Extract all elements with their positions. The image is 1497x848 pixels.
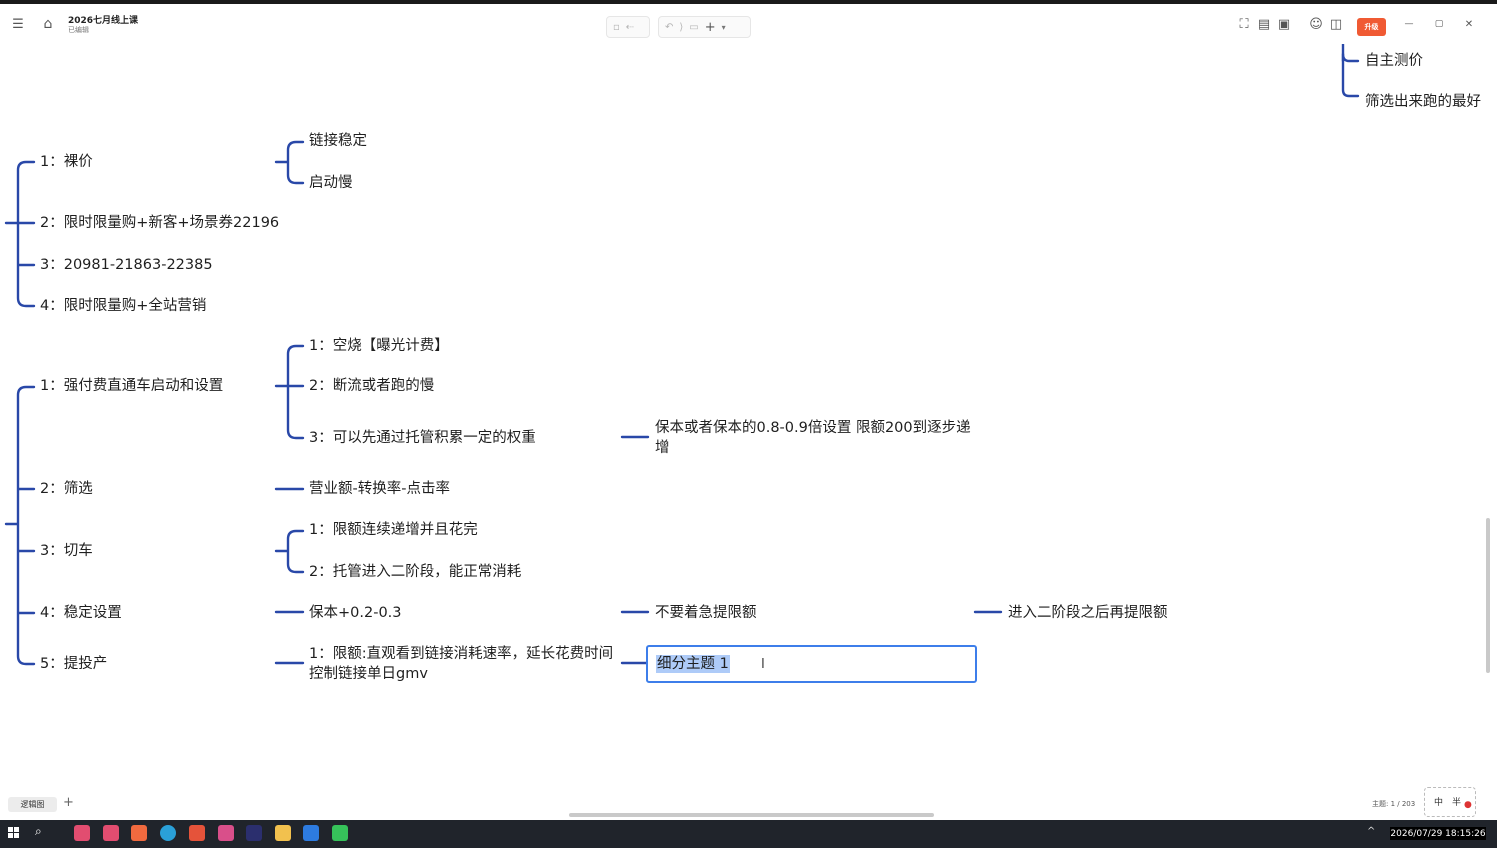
windows-start-icon[interactable]: [8, 827, 19, 838]
topic-a2[interactable]: 2：限时限量购+新客+场景券22196: [40, 213, 279, 233]
tray-arrow-icon[interactable]: ^: [1367, 826, 1375, 837]
present-icon[interactable]: ▣: [1276, 16, 1292, 32]
ime-lang[interactable]: 中: [1434, 795, 1443, 808]
topic-b5[interactable]: 5：提投产: [40, 654, 107, 674]
wechat-icon[interactable]: [332, 825, 348, 841]
insert-subtopic-icon[interactable]: ⇠: [626, 22, 634, 33]
ime-half[interactable]: 半: [1452, 795, 1461, 808]
topic-b2[interactable]: 2：筛选: [40, 479, 93, 499]
topic-b3[interactable]: 3：切车: [40, 541, 93, 561]
topic-b3-child-1[interactable]: 1：限额连续递增并且花完: [309, 520, 478, 540]
close-button[interactable]: ✕: [1460, 16, 1478, 32]
add-sheet-button[interactable]: +: [63, 795, 74, 810]
topic-b2-child-1[interactable]: 营业额-转换率-点击率: [309, 479, 450, 499]
connector-top-branch: [1341, 44, 1360, 98]
taskbar-app-2[interactable]: [103, 825, 119, 841]
outline-view-icon[interactable]: ▤: [1256, 16, 1272, 32]
taskbar-app-3[interactable]: [131, 825, 147, 841]
topic-a1-child-1[interactable]: 链接稳定: [309, 131, 367, 151]
taskbar-app-6[interactable]: [218, 825, 234, 841]
taskbar-clock[interactable]: 2026/07/29 18:15:26: [1390, 827, 1486, 840]
taskbar: ⌕ ^: [0, 820, 1497, 848]
topic-count: 主题: 1 / 203: [1372, 800, 1416, 808]
topic-b4-chain-1[interactable]: 不要着急提限额: [655, 603, 757, 623]
topic-b1-child-1[interactable]: 1：空烧【曝光计费】: [309, 336, 449, 356]
insert-topic-icon[interactable]: ▫: [613, 22, 620, 33]
boundary-icon[interactable]: ▭: [689, 22, 698, 33]
topic-b5-child-1[interactable]: 1：限额:直观看到链接消耗速率，延长花费时间控制链接单日gmv: [309, 644, 621, 684]
topic-b4-chain-2[interactable]: 进入二阶段之后再提限额: [1008, 603, 1168, 623]
edge-browser-icon[interactable]: [160, 825, 176, 841]
horizontal-scrollbar[interactable]: [569, 813, 934, 817]
taskbar-app-9[interactable]: [303, 825, 319, 841]
minimize-button[interactable]: —: [1400, 16, 1418, 32]
connector-group-b: [4, 385, 36, 666]
taskbar-app-5[interactable]: [189, 825, 205, 841]
upgrade-button[interactable]: 升级: [1357, 18, 1386, 36]
ime-widget[interactable]: 中 半 ●: [1424, 787, 1476, 817]
title-bar: ☰ ⌂ 2026七月线上课 已编辑 ▫ ⇠ ↶ ⟩ ▭ + ▾ ⛶ ▤ ▣ ☺ …: [0, 4, 1497, 44]
topic-a4[interactable]: 4：限时限量购+全站营销: [40, 296, 206, 316]
topic-edit-text[interactable]: 细分主题 1: [656, 655, 730, 673]
ime-skin-icon: ●: [1464, 800, 1472, 810]
menu-icon[interactable]: ☰: [10, 16, 26, 32]
search-icon[interactable]: ⌕: [35, 824, 42, 839]
home-icon[interactable]: ⌂: [39, 15, 57, 33]
topic-zizhu-cejia[interactable]: 自主测价: [1365, 51, 1423, 71]
panel-toggle-icon[interactable]: ◫: [1328, 16, 1344, 32]
restore-button[interactable]: ▢: [1430, 16, 1448, 32]
topic-a3[interactable]: 3：20981-21863-22385: [40, 255, 213, 275]
insert-menu-button[interactable]: +: [705, 20, 716, 35]
topic-b1-grandchild[interactable]: 保本或者保本的0.8-0.9倍设置 限额200到逐步递增: [655, 418, 973, 458]
topic-b1-child-3[interactable]: 3：可以先通过托管积累一定的权重: [309, 428, 536, 448]
topic-b4-child-1[interactable]: 保本+0.2-0.3: [309, 603, 402, 623]
topic-b3-child-2[interactable]: 2：托管进入二阶段，能正常消耗: [309, 562, 521, 582]
topic-shaixuan-best[interactable]: 筛选出来跑的最好: [1365, 92, 1481, 112]
text-cursor-icon: I: [761, 657, 765, 672]
vertical-scrollbar[interactable]: [1486, 518, 1490, 673]
relation-icon[interactable]: ⟩: [679, 22, 683, 33]
taskbar-app-7[interactable]: [246, 825, 262, 841]
connector-luojia-children: [274, 140, 305, 185]
sheet-tab[interactable]: 逻辑图: [8, 797, 57, 812]
topic-a1[interactable]: 1：裸价: [40, 152, 93, 172]
mindmap-canvas[interactable]: 自主测价 筛选出来跑的最好 1：裸价 链接稳定 启动慢 2：限时限量购+新客+场…: [0, 44, 1497, 820]
document-status: 已编辑: [68, 26, 89, 34]
topic-b1[interactable]: 1：强付费直通车启动和设置: [40, 376, 223, 396]
topic-b1-child-2[interactable]: 2：断流或者跑的慢: [309, 376, 434, 396]
undo-icon[interactable]: ↶: [665, 22, 673, 33]
topic-edit-box[interactable]: 细分主题 1 I: [646, 645, 977, 683]
connector-top-branch-b: [1341, 52, 1360, 63]
toolbar-edit-group: ↶ ⟩ ▭ + ▾: [658, 16, 751, 38]
topic-a1-child-2[interactable]: 启动慢: [309, 173, 353, 193]
connector-qiangfufei-children: [274, 344, 305, 440]
topic-b4[interactable]: 4：稳定设置: [40, 603, 122, 623]
connector-qieche-children: [274, 529, 305, 574]
emoji-icon[interactable]: ☺: [1308, 16, 1324, 32]
chevron-down-icon[interactable]: ▾: [722, 23, 726, 32]
file-explorer-icon[interactable]: [275, 825, 291, 841]
taskbar-app-1[interactable]: [74, 825, 90, 841]
connector-group-a: [4, 160, 36, 308]
toolbar-topic-group: ▫ ⇠: [606, 16, 650, 38]
fullscreen-icon[interactable]: ⛶: [1236, 16, 1252, 32]
